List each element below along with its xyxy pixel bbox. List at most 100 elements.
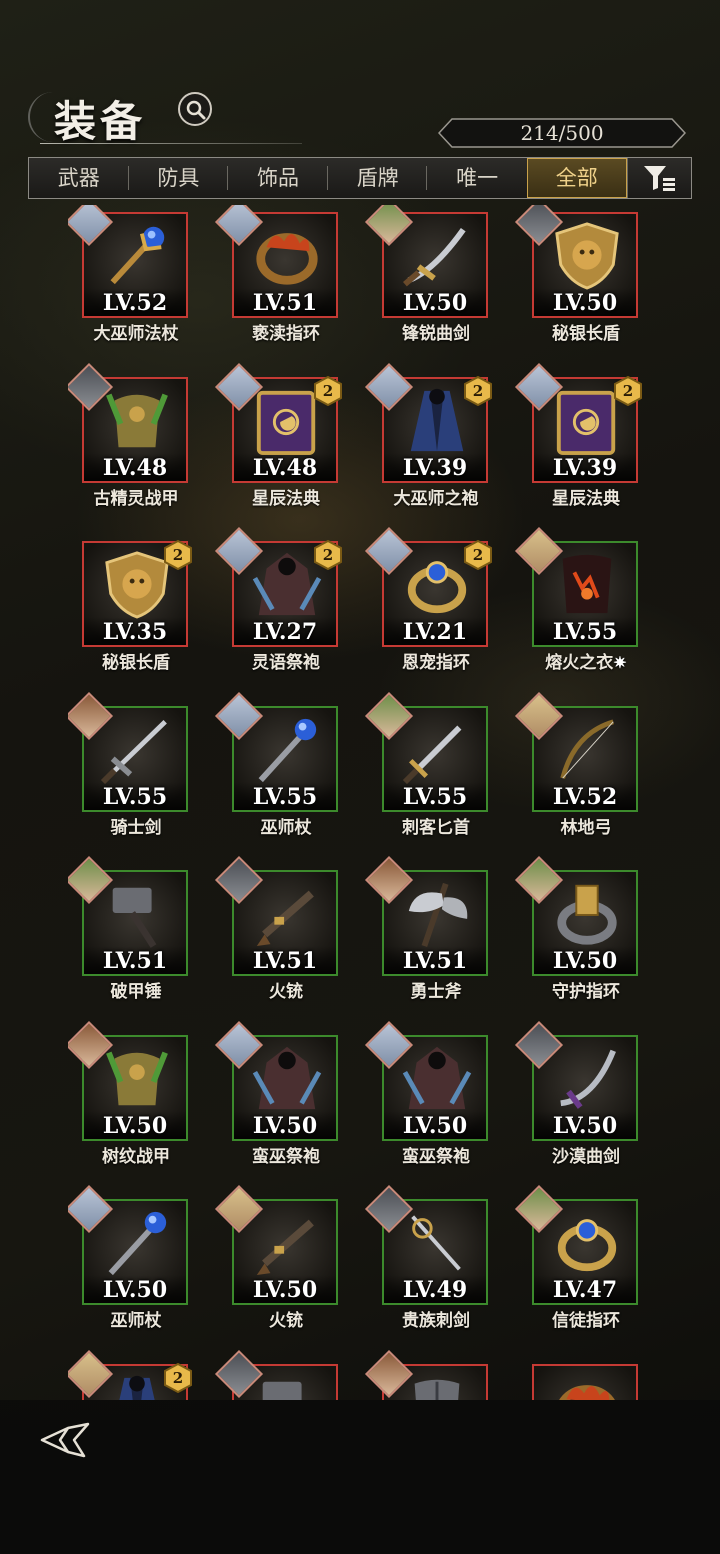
tab-armor[interactable]: 防具 <box>129 158 229 198</box>
item-name-text: 火铳 <box>269 982 303 1002</box>
back-arrow-icon <box>40 1422 90 1458</box>
tab-all[interactable]: 全部 <box>526 158 627 198</box>
item-name: 信徒指环 <box>518 1306 654 1331</box>
search-button[interactable] <box>178 92 212 126</box>
equipment-item[interactable]: LV.39 2 大巫师之袍 <box>364 362 518 534</box>
item-name-text: 灵语祭袍 <box>252 653 320 673</box>
equipment-item[interactable]: LV.48 古精灵战甲 <box>68 362 218 534</box>
equipment-item[interactable]: LV.55 骑士剑 <box>68 691 218 863</box>
equipment-item[interactable]: LV.49 贵族刺剑 <box>364 1184 518 1356</box>
item-name-text: 秘银长盾 <box>102 653 170 673</box>
equipment-item[interactable]: LV.50 沙漠曲剑 <box>514 1020 668 1192</box>
item-name-text: 树纹战甲 <box>102 1146 170 1167</box>
tab-weapons[interactable]: 武器 <box>29 158 129 198</box>
scimitar-icon <box>560 1049 616 1109</box>
item-name-text: 信徒指环 <box>552 1311 620 1331</box>
equipment-item[interactable] <box>518 1357 668 1400</box>
item-name: 巫师杖 <box>218 813 354 838</box>
grade-number: 2 <box>322 381 334 400</box>
item-level: LV.35 <box>102 619 168 645</box>
tab-accessories[interactable]: 饰品 <box>228 158 328 198</box>
equipment-item[interactable]: LV.50 树纹战甲 <box>68 1020 218 1192</box>
item-name-text: 火铳 <box>269 1311 303 1331</box>
item-level: LV.50 <box>402 290 468 316</box>
filter-sort-button[interactable] <box>626 158 691 198</box>
item-level: LV.21 <box>402 619 468 645</box>
filter-sort-icon <box>643 166 675 191</box>
equipment-item[interactable]: LV.51 火铳 <box>214 855 368 1027</box>
equipment-item[interactable]: LV.50 巫师杖 <box>68 1184 218 1356</box>
equipment-item[interactable]: 2 <box>68 1349 218 1400</box>
item-name: 刺客匕首 <box>368 813 504 838</box>
equipment-item[interactable] <box>364 1349 518 1400</box>
special-effect-icon: ✷ <box>613 653 627 672</box>
item-level: LV.39 <box>552 454 618 481</box>
equipment-item[interactable]: LV.50 守护指环 <box>514 855 668 1027</box>
battle-axe-icon <box>408 882 468 948</box>
item-level: LV.51 <box>402 948 468 974</box>
flame-ring-icon <box>256 233 318 285</box>
grade-badge: 2 <box>464 540 492 570</box>
grade-number: 2 <box>172 546 184 564</box>
gold-band-ring-icon <box>557 884 617 945</box>
equipment-item[interactable] <box>214 1349 368 1400</box>
tab-shields[interactable]: 盾牌 <box>328 158 428 198</box>
equipment-item[interactable]: LV.55 巫师杖 <box>214 691 368 863</box>
equipment-item[interactable]: LV.50 锋锐曲剑 <box>364 205 518 369</box>
equipment-item[interactable]: LV.55 熔火之衣✷ <box>514 526 668 698</box>
equipment-item[interactable]: LV.51 亵渎指环 <box>214 205 368 369</box>
longsword-icon <box>100 719 167 784</box>
back-button[interactable] <box>38 1420 92 1460</box>
title-underline <box>40 143 302 144</box>
grade-badge: 2 <box>164 540 192 570</box>
equipment-item[interactable]: LV.21 2 恩宠指环 <box>364 526 518 698</box>
item-name-text: 星辰法典 <box>252 488 320 509</box>
grade-badge: 2 <box>314 540 342 570</box>
item-name: 灵语祭袍 <box>218 648 354 673</box>
item-level: LV.55 <box>102 783 168 810</box>
item-name: 恩宠指环 <box>368 648 504 673</box>
item-name-text: 巫师杖 <box>110 1311 162 1331</box>
tab-unique[interactable]: 唯一 <box>427 158 527 198</box>
item-name-text: 蛮巫祭袍 <box>252 1146 320 1167</box>
equipment-item[interactable]: LV.50 蛮巫祭袍 <box>214 1020 368 1192</box>
item-level: LV.55 <box>252 783 318 810</box>
item-level: LV.50 <box>252 1277 318 1303</box>
item-name-text: 亵渎指环 <box>252 324 320 344</box>
grade-number: 2 <box>472 381 484 400</box>
item-level: LV.48 <box>102 454 168 481</box>
item-name-text: 锋锐曲剑 <box>402 324 470 344</box>
item-name-text: 秘银长盾 <box>552 324 620 344</box>
equipment-item[interactable]: LV.27 2 灵语祭袍 <box>214 526 368 698</box>
item-name: 巫师杖 <box>68 1306 204 1331</box>
item-name: 骑士剑 <box>68 813 204 838</box>
bow-icon <box>560 718 614 779</box>
equipment-item[interactable]: LV.52 大巫师法杖 <box>68 205 218 369</box>
equipment-item[interactable]: LV.52 林地弓 <box>514 691 668 863</box>
item-name-text: 贵族刺剑 <box>402 1311 470 1331</box>
equipment-item[interactable]: LV.55 刺客匕首 <box>364 691 518 863</box>
equipment-item[interactable]: LV.47 信徒指环 <box>514 1184 668 1356</box>
item-name-text: 恩宠指环 <box>402 653 470 673</box>
equipment-item[interactable]: LV.35 2 秘银长盾 <box>68 534 218 698</box>
orb-staff-icon <box>258 718 317 782</box>
grade-number: 2 <box>622 381 634 400</box>
equipment-item[interactable]: LV.39 2 星辰法典 <box>514 362 668 534</box>
item-name: 勇士斧 <box>368 977 504 1002</box>
equipment-item[interactable]: LV.51 勇士斧 <box>364 855 518 1027</box>
equipment-item[interactable]: LV.50 秘银长盾 <box>514 205 668 369</box>
item-level: LV.51 <box>252 948 318 974</box>
item-name-text: 刺客匕首 <box>402 817 470 838</box>
item-name-text: 大巫师法杖 <box>93 324 179 344</box>
item-level: LV.50 <box>252 1112 318 1139</box>
equipment-item[interactable]: LV.50 蛮巫祭袍 <box>364 1020 518 1192</box>
equipment-item[interactable]: LV.50 火铳 <box>214 1184 368 1356</box>
equipment-item[interactable]: LV.48 2 星辰法典 <box>214 362 368 534</box>
page-title: 装备 <box>54 97 147 146</box>
item-level: LV.50 <box>102 1112 168 1139</box>
item-name: 蛮巫祭袍 <box>368 1142 504 1167</box>
equipment-grid: LV.52 大巫师法杖 LV.51 亵渎指环 LV.50 锋锐曲剑 LV.50 秘银长盾 LV.… <box>68 205 668 1400</box>
item-name: 大巫师之袍 <box>368 484 504 509</box>
equipment-item[interactable]: LV.51 破甲锤 <box>68 855 218 1027</box>
item-name: 蛮巫祭袍 <box>218 1142 354 1167</box>
